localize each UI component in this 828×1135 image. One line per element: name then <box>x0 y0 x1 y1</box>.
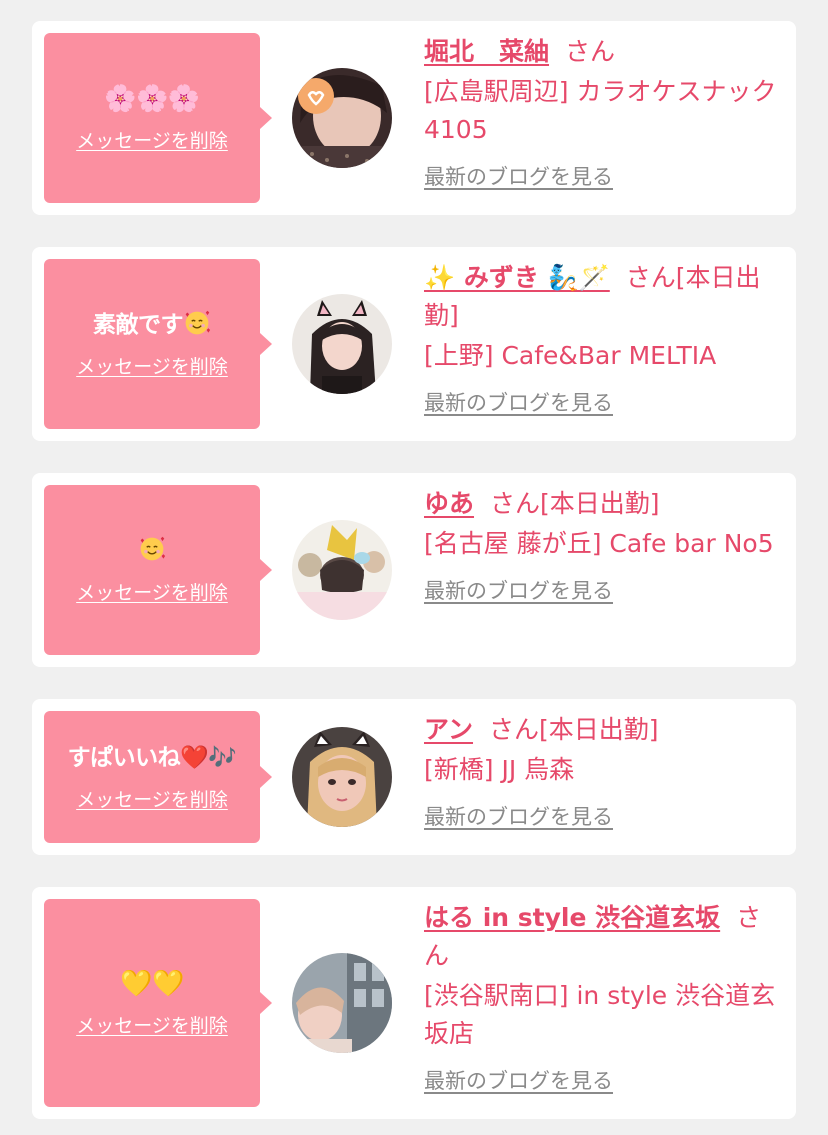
avatar[interactable] <box>292 68 392 168</box>
delete-message-link[interactable]: メッセージを削除 <box>76 1011 228 1038</box>
avatar[interactable] <box>292 294 392 394</box>
message-bubble: 💛💛 メッセージを削除 <box>44 899 272 1107</box>
smiling-face-with-hearts-icon <box>140 536 166 561</box>
sender-name-link[interactable]: 堀北 菜紬 <box>424 37 549 66</box>
latest-blog-link[interactable]: 最新のブログを見る <box>424 1065 613 1095</box>
shop-name: [名古屋 藤が丘] Cafe bar No5 <box>424 529 774 558</box>
sender-info: 堀北 菜紬 さん [広島駅周辺] カラオケスナック 4105 最新のブログを見る <box>424 33 782 191</box>
latest-blog-link[interactable]: 最新のブログを見る <box>424 575 613 605</box>
message-text <box>138 535 166 566</box>
message-card: 💛💛 メッセージを削除 はる in style 渋谷道玄坂 さん [渋谷駅南口] … <box>32 887 796 1119</box>
message-text: 🌸🌸🌸 <box>104 83 200 114</box>
shop-name: [上野] Cafe&Bar MELTIA <box>424 341 717 370</box>
avatar[interactable] <box>292 953 392 1053</box>
smiling-face-with-hearts-icon <box>185 310 211 335</box>
message-bubble: メッセージを削除 <box>44 485 272 655</box>
honorific: さん[本日出勤] <box>489 715 659 744</box>
delete-message-link[interactable]: メッセージを削除 <box>76 352 228 379</box>
message-bubble: 素敵です メッセージを削除 <box>44 259 272 429</box>
latest-blog-link[interactable]: 最新のブログを見る <box>424 801 613 831</box>
message-card: すぱいいね❤️🎶 メッセージを削除 アン さん[本日出勤] [新橋] JJ 烏森… <box>32 699 796 855</box>
message-text: 💛💛 <box>120 968 184 999</box>
message-bubble: すぱいいね❤️🎶 メッセージを削除 <box>44 711 272 843</box>
avatar[interactable] <box>292 727 392 827</box>
shop-name: [渋谷駅南口] in style 渋谷道玄坂店 <box>424 981 776 1048</box>
message-list: 🌸🌸🌸 メッセージを削除 堀北 菜紬 さん [広島駅周辺] カラオケスナック 41… <box>0 0 828 1135</box>
shop-name: [新橋] JJ 烏森 <box>424 755 575 784</box>
honorific: さん <box>565 37 616 66</box>
sender-name-link[interactable]: はる in style 渋谷道玄坂 <box>424 903 720 932</box>
delete-message-link[interactable]: メッセージを削除 <box>76 578 228 605</box>
sender-name-link[interactable]: ✨ みずき 🧞🪄 <box>424 263 610 292</box>
avatar[interactable] <box>292 520 392 620</box>
latest-blog-link[interactable]: 最新のブログを見る <box>424 387 613 417</box>
sender-name-link[interactable]: アン <box>424 715 473 744</box>
sender-info: ゆあ さん[本日出勤] [名古屋 藤が丘] Cafe bar No5 最新のブログ… <box>424 485 782 605</box>
honorific: さん[本日出勤] <box>490 489 660 518</box>
message-text: すぱいいね❤️🎶 <box>67 744 237 771</box>
shop-name: [広島駅周辺] カラオケスナック 4105 <box>424 77 777 144</box>
sender-name-link[interactable]: ゆあ <box>424 489 474 518</box>
delete-message-link[interactable]: メッセージを削除 <box>76 126 228 153</box>
message-text: 素敵です <box>93 309 211 340</box>
sender-info: はる in style 渋谷道玄坂 さん [渋谷駅南口] in style 渋谷道… <box>424 899 782 1095</box>
message-card: 素敵です メッセージを削除 ✨ みずき 🧞🪄 さん[本日出勤] [上野] Caf… <box>32 247 796 441</box>
sender-info: アン さん[本日出勤] [新橋] JJ 烏森 最新のブログを見る <box>424 711 782 831</box>
latest-blog-link[interactable]: 最新のブログを見る <box>424 161 613 191</box>
message-bubble: 🌸🌸🌸 メッセージを削除 <box>44 33 272 203</box>
message-card: メッセージを削除 ゆあ さん[本日出勤] [名古屋 藤が丘] Cafe bar N… <box>32 473 796 667</box>
sender-info: ✨ みずき 🧞🪄 さん[本日出勤] [上野] Cafe&Bar MELTIA 最新… <box>424 259 782 417</box>
message-card: 🌸🌸🌸 メッセージを削除 堀北 菜紬 さん [広島駅周辺] カラオケスナック 41… <box>32 21 796 215</box>
delete-message-link[interactable]: メッセージを削除 <box>76 785 228 812</box>
